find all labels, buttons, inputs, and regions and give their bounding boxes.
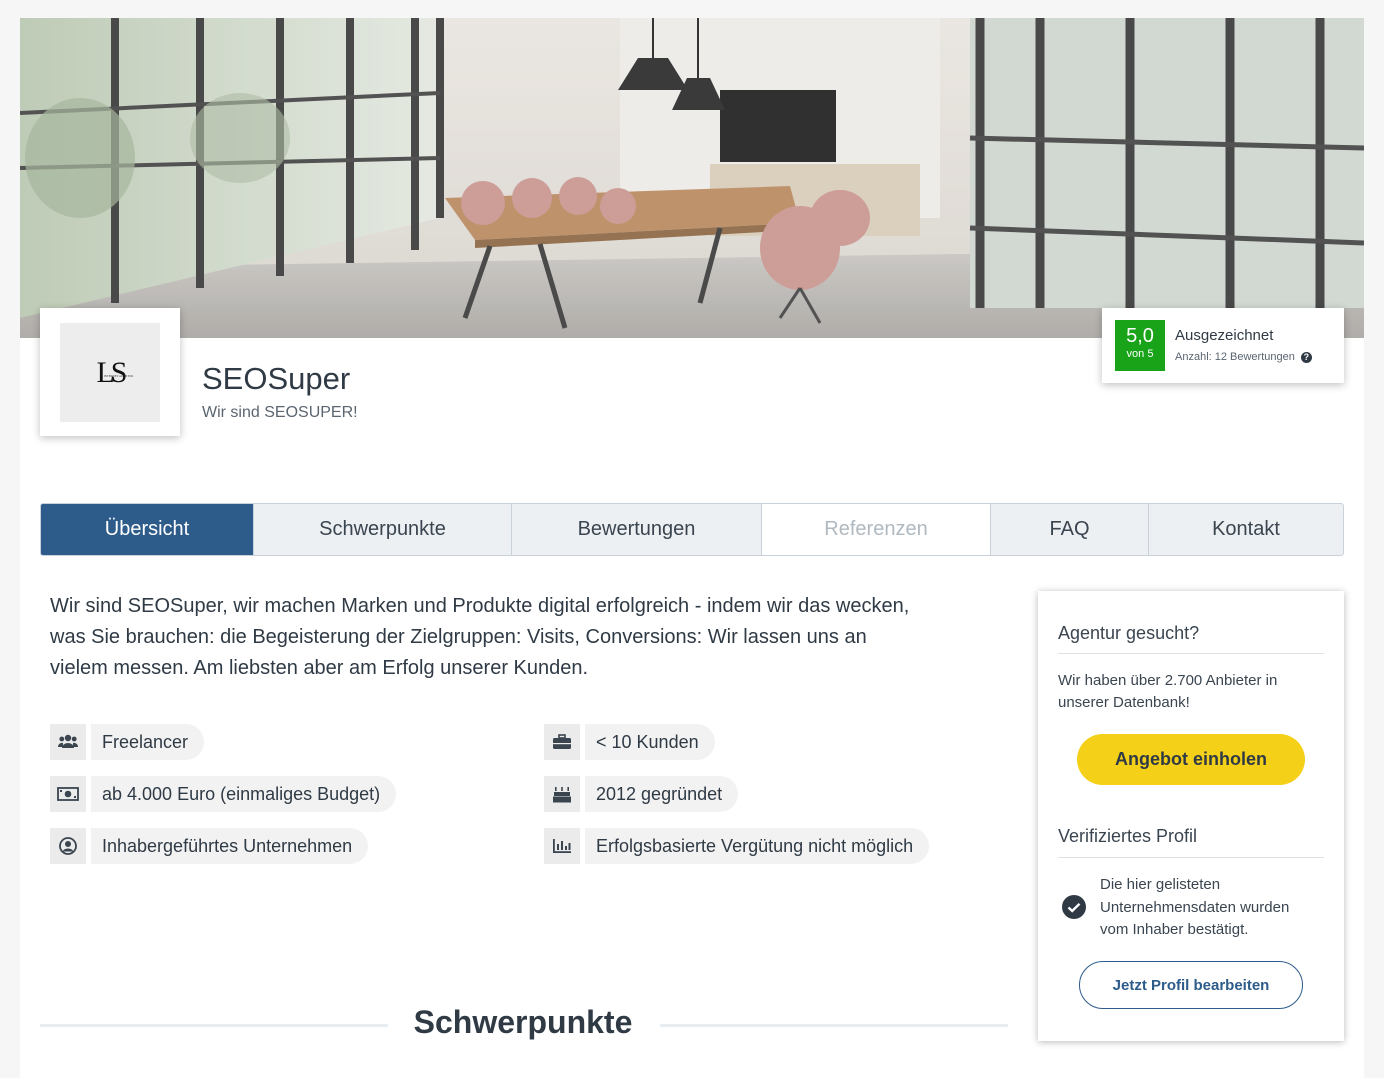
- cake-icon: [544, 776, 580, 812]
- help-icon[interactable]: ?: [1300, 351, 1312, 363]
- rating-scale: von 5: [1126, 348, 1154, 360]
- company-logo-card: LS INTERNET AGENTUR: [40, 308, 180, 436]
- get-offer-button[interactable]: Angebot einholen: [1077, 734, 1305, 785]
- agency-search-title: Agentur gesucht?: [1058, 623, 1200, 643]
- divider: [1058, 653, 1324, 654]
- verified-profile-text: Die hier gelisteten Unternehmensdaten wu…: [1100, 876, 1290, 938]
- company-tagline: Wir sind SEOSUPER!: [202, 404, 358, 421]
- tab-referenzen: Referenzen: [762, 504, 991, 555]
- fact-founded: 2012 gegründet: [544, 776, 739, 812]
- edit-profile-button[interactable]: Jetzt Profil bearbeiten: [1079, 961, 1303, 1009]
- rating-count: Anzahl: 12 Bewertungen: [1175, 351, 1295, 363]
- logo-subtext: INTERNET AGENTUR: [103, 373, 134, 378]
- briefcase-icon: [544, 724, 580, 760]
- company-name: SEOSuper: [202, 361, 351, 396]
- profile-tabs: Übersicht Schwerpunkte Bewertungen Refer…: [40, 503, 1344, 556]
- rating-label: Ausgezeichnet: [1175, 327, 1274, 344]
- section-title-schwerpunkte: Schwerpunkte: [413, 1004, 633, 1040]
- fact-text: Freelancer: [91, 724, 205, 760]
- rating-value: 5,0: [1126, 325, 1154, 347]
- check-circle-icon: [1062, 895, 1086, 919]
- tab-uebersicht[interactable]: Übersicht: [41, 504, 254, 555]
- company-logo: LS INTERNET AGENTUR: [60, 323, 160, 422]
- tab-bewertungen[interactable]: Bewertungen: [512, 504, 762, 555]
- fact-text: < 10 Kunden: [585, 724, 715, 760]
- money-icon: [50, 776, 86, 812]
- divider: [1058, 857, 1324, 858]
- fact-ownership: Inhabergeführtes Unternehmen: [50, 828, 369, 864]
- fact-text: 2012 gegründet: [585, 776, 739, 812]
- section-divider-left: [40, 1024, 388, 1027]
- hero-image: [20, 18, 1364, 338]
- company-description: Wir sind SEOSuper, wir machen Marken und…: [50, 595, 910, 679]
- fact-text: ab 4.000 Euro (einmaliges Budget): [91, 776, 397, 812]
- tab-kontakt[interactable]: Kontakt: [1149, 504, 1343, 555]
- logo-monogram: LS INTERNET AGENTUR: [96, 356, 133, 390]
- verified-profile-title: Verifiziertes Profil: [1058, 826, 1198, 846]
- fact-clients: < 10 Kunden: [544, 724, 715, 760]
- agency-search-text: Wir haben über 2.700 Anbieter in unserer…: [1058, 672, 1278, 711]
- fact-type: Freelancer: [50, 724, 205, 760]
- tab-schwerpunkte[interactable]: Schwerpunkte: [254, 504, 512, 555]
- tab-faq[interactable]: FAQ: [991, 504, 1149, 555]
- users-icon: [50, 724, 86, 760]
- section-divider-right: [660, 1024, 1008, 1027]
- fact-compensation: Erfolgsbasierte Vergütung nicht möglich: [544, 828, 930, 864]
- sidebar-card: Agentur gesucht? Wir haben über 2.700 An…: [1038, 591, 1344, 1041]
- rating-badge: 5,0 von 5: [1115, 320, 1165, 371]
- fact-text: Erfolgsbasierte Vergütung nicht möglich: [585, 828, 930, 864]
- rating-card[interactable]: 5,0 von 5 Ausgezeichnet Anzahl: 12 Bewer…: [1102, 308, 1344, 383]
- fact-text: Inhabergeführtes Unternehmen: [91, 828, 369, 864]
- rating-count-row: Anzahl: 12 Bewertungen ?: [1175, 351, 1312, 363]
- profile-page: LS INTERNET AGENTUR SEOSuper Wir sind SE…: [20, 18, 1364, 1078]
- user-circle-icon: [50, 828, 86, 864]
- bar-chart-icon: [544, 828, 580, 864]
- fact-budget: ab 4.000 Euro (einmaliges Budget): [50, 776, 397, 812]
